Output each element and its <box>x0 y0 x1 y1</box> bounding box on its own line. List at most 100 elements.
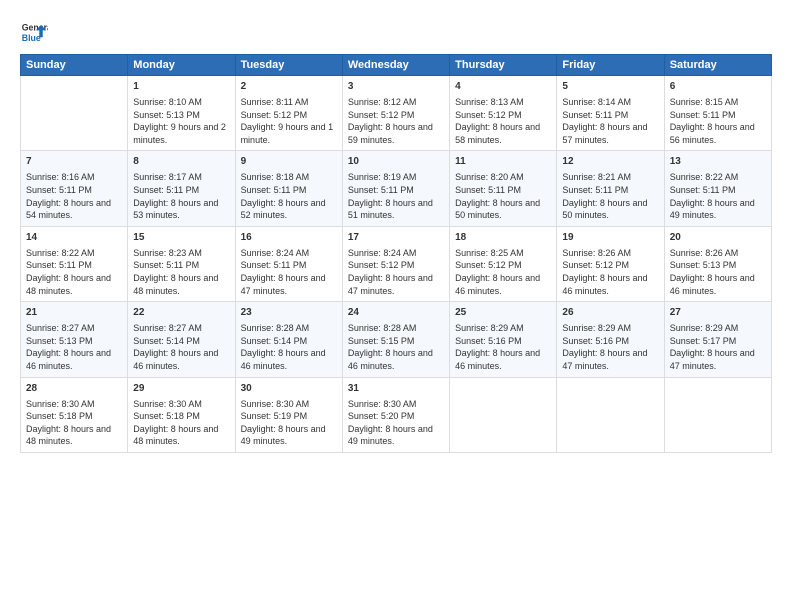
calendar-cell <box>557 377 664 452</box>
calendar-cell: 29 Sunrise: 8:30 AMSunset: 5:18 PMDayligh… <box>128 377 235 452</box>
daylight-text: Daylight: 8 hours and 50 minutes. <box>562 197 658 222</box>
sunset-text: Sunset: 5:12 PM <box>455 259 551 272</box>
daylight-text: Daylight: 8 hours and 46 minutes. <box>133 347 229 372</box>
sunrise-text: Sunrise: 8:22 AM <box>670 171 766 184</box>
day-header: Thursday <box>450 55 557 76</box>
daylight-text: Daylight: 8 hours and 46 minutes. <box>241 347 337 372</box>
calendar-week-row: 7Sunrise: 8:16 AMSunset: 5:11 PMDaylight… <box>21 151 772 226</box>
day-number: 19 <box>562 231 658 245</box>
calendar-cell: 10 Sunrise: 8:19 AMSunset: 5:11 PMDayligh… <box>342 151 449 226</box>
calendar-cell: 4Sunrise: 8:13 AMSunset: 5:12 PMDaylight… <box>450 76 557 151</box>
day-number: 26 <box>562 306 658 320</box>
day-header: Tuesday <box>235 55 342 76</box>
sunset-text: Sunset: 5:12 PM <box>348 109 444 122</box>
daylight-text: Daylight: 8 hours and 47 minutes. <box>562 347 658 372</box>
day-number: 5 <box>562 80 658 94</box>
calendar-cell <box>664 377 771 452</box>
sunset-text: Sunset: 5:13 PM <box>670 259 766 272</box>
day-number: 14 <box>26 231 122 245</box>
calendar-cell: 2Sunrise: 8:11 AMSunset: 5:12 PMDaylight… <box>235 76 342 151</box>
sunset-text: Sunset: 5:11 PM <box>133 184 229 197</box>
svg-text:General: General <box>22 22 48 32</box>
calendar-cell: 16Sunrise: 8:24 AMSunset: 5:11 PMDayligh… <box>235 226 342 301</box>
day-number: 8 <box>133 155 229 169</box>
sunset-text: Sunset: 5:11 PM <box>133 259 229 272</box>
svg-text:Blue: Blue <box>22 33 41 43</box>
sunrise-text: Sunrise: 8:21 AM <box>562 171 658 184</box>
day-number: 13 <box>670 155 766 169</box>
day-number: 4 <box>455 80 551 94</box>
daylight-text: Daylight: 8 hours and 47 minutes. <box>348 272 444 297</box>
daylight-text: Daylight: 8 hours and 49 minutes. <box>348 423 444 448</box>
sunset-text: Sunset: 5:18 PM <box>133 410 229 423</box>
sunrise-text: Sunrise: 8:14 AM <box>562 96 658 109</box>
day-number: 22 <box>133 306 229 320</box>
sunrise-text: Sunrise: 8:10 AM <box>133 96 229 109</box>
calendar-cell: 6Sunrise: 8:15 AMSunset: 5:11 PMDaylight… <box>664 76 771 151</box>
sunset-text: Sunset: 5:16 PM <box>455 335 551 348</box>
sunset-text: Sunset: 5:16 PM <box>562 335 658 348</box>
calendar-cell: 9Sunrise: 8:18 AMSunset: 5:11 PMDaylight… <box>235 151 342 226</box>
calendar-cell <box>21 76 128 151</box>
daylight-text: Daylight: 8 hours and 48 minutes. <box>26 423 122 448</box>
sunrise-text: Sunrise: 8:13 AM <box>455 96 551 109</box>
daylight-text: Daylight: 8 hours and 46 minutes. <box>455 347 551 372</box>
daylight-text: Daylight: 8 hours and 58 minutes. <box>455 121 551 146</box>
sunrise-text: Sunrise: 8:30 AM <box>241 398 337 411</box>
daylight-text: Daylight: 9 hours and 1 minute. <box>241 121 337 146</box>
sunrise-text: Sunrise: 8:25 AM <box>455 247 551 260</box>
sunset-text: Sunset: 5:14 PM <box>241 335 337 348</box>
day-number: 24 <box>348 306 444 320</box>
daylight-text: Daylight: 8 hours and 49 minutes. <box>670 197 766 222</box>
sunset-text: Sunset: 5:14 PM <box>133 335 229 348</box>
day-header: Saturday <box>664 55 771 76</box>
sunrise-text: Sunrise: 8:12 AM <box>348 96 444 109</box>
day-number: 7 <box>26 155 122 169</box>
sunrise-text: Sunrise: 8:27 AM <box>26 322 122 335</box>
daylight-text: Daylight: 8 hours and 46 minutes. <box>455 272 551 297</box>
logo: General Blue <box>20 18 48 46</box>
sunrise-text: Sunrise: 8:15 AM <box>670 96 766 109</box>
day-number: 10 <box>348 155 444 169</box>
sunset-text: Sunset: 5:11 PM <box>670 109 766 122</box>
day-number: 31 <box>348 382 444 396</box>
calendar-cell: 19Sunrise: 8:26 AMSunset: 5:12 PMDayligh… <box>557 226 664 301</box>
sunset-text: Sunset: 5:11 PM <box>348 184 444 197</box>
calendar-cell: 22Sunrise: 8:27 AMSunset: 5:14 PMDayligh… <box>128 302 235 377</box>
header: General Blue <box>20 18 772 46</box>
sunset-text: Sunset: 5:11 PM <box>562 109 658 122</box>
daylight-text: Daylight: 8 hours and 51 minutes. <box>348 197 444 222</box>
sunset-text: Sunset: 5:11 PM <box>241 184 337 197</box>
sunrise-text: Sunrise: 8:30 AM <box>133 398 229 411</box>
day-number: 28 <box>26 382 122 396</box>
sunrise-text: Sunrise: 8:19 AM <box>348 171 444 184</box>
day-header: Monday <box>128 55 235 76</box>
calendar-table: SundayMondayTuesdayWednesdayThursdayFrid… <box>20 54 772 453</box>
day-number: 11 <box>455 155 551 169</box>
day-number: 29 <box>133 382 229 396</box>
daylight-text: Daylight: 8 hours and 46 minutes. <box>670 272 766 297</box>
daylight-text: Daylight: 8 hours and 59 minutes. <box>348 121 444 146</box>
sunset-text: Sunset: 5:11 PM <box>670 184 766 197</box>
day-number: 27 <box>670 306 766 320</box>
day-number: 2 <box>241 80 337 94</box>
calendar-cell: 20Sunrise: 8:26 AMSunset: 5:13 PMDayligh… <box>664 226 771 301</box>
sunrise-text: Sunrise: 8:26 AM <box>670 247 766 260</box>
sunrise-text: Sunrise: 8:20 AM <box>455 171 551 184</box>
sunset-text: Sunset: 5:12 PM <box>348 259 444 272</box>
day-number: 3 <box>348 80 444 94</box>
sunrise-text: Sunrise: 8:11 AM <box>241 96 337 109</box>
sunset-text: Sunset: 5:11 PM <box>455 184 551 197</box>
sunset-text: Sunset: 5:11 PM <box>26 184 122 197</box>
daylight-text: Daylight: 8 hours and 54 minutes. <box>26 197 122 222</box>
day-number: 1 <box>133 80 229 94</box>
calendar-cell: 13 Sunrise: 8:22 AMSunset: 5:11 PMDayligh… <box>664 151 771 226</box>
sunrise-text: Sunrise: 8:28 AM <box>241 322 337 335</box>
daylight-text: Daylight: 8 hours and 48 minutes. <box>133 423 229 448</box>
calendar-cell: 27Sunrise: 8:29 AMSunset: 5:17 PMDayligh… <box>664 302 771 377</box>
sunrise-text: Sunrise: 8:28 AM <box>348 322 444 335</box>
day-header: Sunday <box>21 55 128 76</box>
calendar-cell: 17Sunrise: 8:24 AMSunset: 5:12 PMDayligh… <box>342 226 449 301</box>
daylight-text: Daylight: 9 hours and 2 minutes. <box>133 121 229 146</box>
calendar-cell <box>450 377 557 452</box>
